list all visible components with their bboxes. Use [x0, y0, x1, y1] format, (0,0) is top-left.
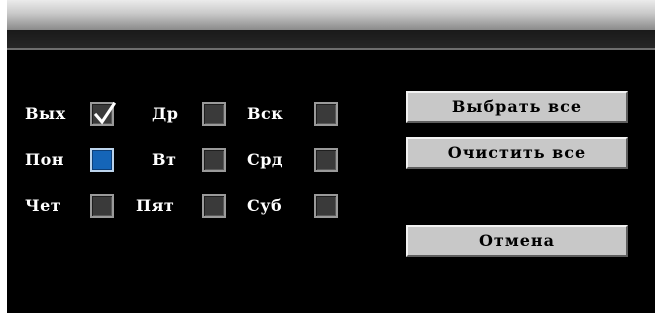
day-label-mon: Пон	[25, 150, 64, 169]
day-select-dialog: Вых Др Вск Пон Вт Срд Чет Пят Суб Выбрат…	[7, 0, 655, 313]
day-label-tue: Вт	[152, 150, 177, 169]
title-bar	[7, 0, 655, 30]
day-label-thu: Чет	[25, 196, 62, 215]
title-bar-strip	[7, 30, 655, 50]
checkbox-thu[interactable]	[90, 194, 114, 218]
checkbox-sun[interactable]	[314, 102, 338, 126]
day-label-holiday: Вых	[25, 104, 66, 123]
checkbox-sat[interactable]	[314, 194, 338, 218]
checkbox-holiday[interactable]	[90, 101, 117, 126]
checkbox-tue[interactable]	[202, 148, 226, 172]
day-label-dr: Др	[152, 104, 179, 123]
checkbox-mon[interactable]	[90, 148, 114, 172]
select-all-button[interactable]: Выбрать все	[406, 91, 628, 123]
day-label-fri: Пят	[136, 196, 175, 215]
clear-all-button[interactable]: Очистить все	[406, 137, 628, 169]
cancel-button[interactable]: Отмена	[406, 225, 628, 257]
day-label-sat: Суб	[247, 196, 283, 215]
checkbox-fri[interactable]	[202, 194, 226, 218]
checkbox-dr[interactable]	[202, 102, 226, 126]
day-label-sun: Вск	[247, 104, 284, 123]
day-label-wed: Срд	[247, 150, 284, 169]
checkmark-icon	[93, 101, 117, 125]
checkbox-wed[interactable]	[314, 148, 338, 172]
